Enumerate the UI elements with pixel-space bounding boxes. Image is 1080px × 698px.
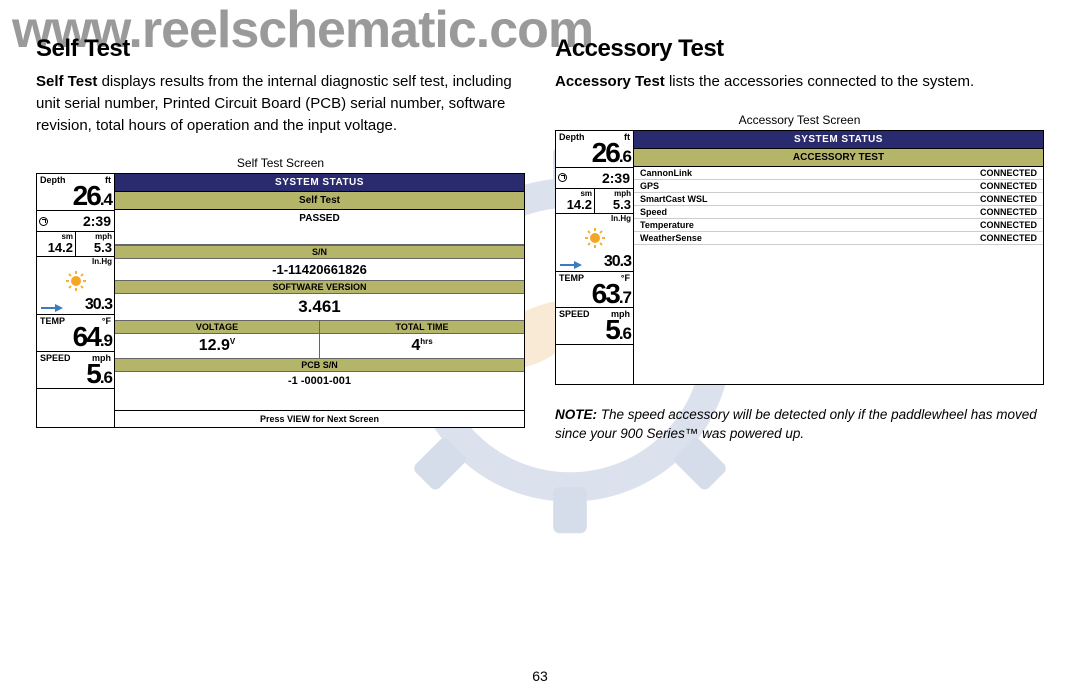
page-number: 63: [0, 668, 1080, 684]
accessory-row: WeatherSenseCONNECTED: [634, 232, 1043, 245]
accessory-row: SmartCast WSLCONNECTED: [634, 193, 1043, 206]
self-test-heading: Self Test: [36, 35, 525, 63]
accessory-test-heading: Accessory Test: [555, 35, 1044, 63]
left-column: Self Test Self Test displays results fro…: [36, 35, 525, 444]
accessory-test-panel: SYSTEM STATUS ACCESSORY TEST CannonLinkC…: [634, 131, 1043, 384]
self-test-description: Self Test displays results from the inte…: [36, 71, 525, 136]
sidebar-left: Depthft 26.4 2:39 sm mph 14.2 5.3: [37, 174, 115, 427]
clock-icon: [39, 217, 48, 226]
sun-icon: [584, 227, 606, 249]
accessory-row: TemperatureCONNECTED: [634, 219, 1043, 232]
arrow-icon: [558, 259, 582, 271]
sun-icon: [65, 270, 87, 292]
accessory-test-screen: Depthft 26.6 2:39 sm mph 14.2 5.3: [555, 130, 1044, 385]
accessory-test-description: Accessory Test lists the accessories con…: [555, 71, 1044, 93]
accessory-row: GPSCONNECTED: [634, 180, 1043, 193]
self-test-panel: SYSTEM STATUS Self Test PASSED S/N -1-11…: [115, 174, 524, 427]
self-test-screen: Depthft 26.4 2:39 sm mph 14.2 5.3: [36, 173, 525, 428]
accessory-row: CannonLinkCONNECTED: [634, 167, 1043, 180]
arrow-icon: [39, 302, 63, 314]
sidebar-right: Depthft 26.6 2:39 sm mph 14.2 5.3: [556, 131, 634, 384]
note-text: NOTE: The speed accessory will be detect…: [555, 405, 1044, 444]
accessory-row: SpeedCONNECTED: [634, 206, 1043, 219]
clock-icon: [558, 173, 567, 182]
self-test-caption: Self Test Screen: [36, 156, 525, 170]
right-column: Accessory Test Accessory Test lists the …: [555, 35, 1044, 444]
accessory-test-caption: Accessory Test Screen: [555, 113, 1044, 127]
